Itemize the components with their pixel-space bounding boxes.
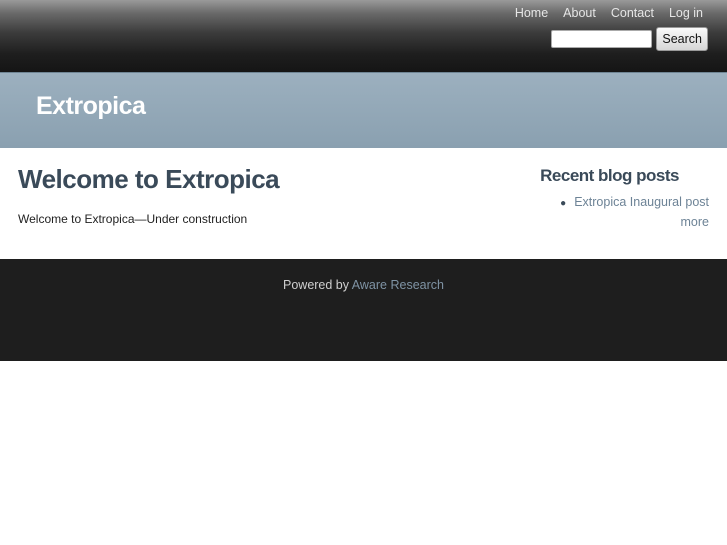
footer-prefix: Powered by <box>283 278 352 292</box>
top-nav: Home About Contact Log in <box>500 5 703 21</box>
site-banner: Extropica <box>0 72 727 148</box>
list-item: ● Extropica Inaugural post <box>509 195 709 209</box>
page-title: Welcome to Extropica <box>18 164 280 194</box>
recent-posts-list: ● Extropica Inaugural post <box>509 195 709 209</box>
nav-home-link[interactable]: Home <box>515 5 548 21</box>
nav-about-link[interactable]: About <box>563 5 596 21</box>
footer-credit: Powered by Aware Research <box>0 259 727 292</box>
main-content: Welcome to Extropica Welcome to Extropic… <box>0 148 727 259</box>
search-form: Search <box>551 27 708 51</box>
recent-posts-heading: Recent blog posts <box>540 166 679 185</box>
nav-contact-link[interactable]: Contact <box>611 5 654 21</box>
top-bar: Home About Contact Log in Search <box>0 0 727 72</box>
search-input[interactable] <box>551 30 653 48</box>
recent-posts-block: Recent blog posts ● Extropica Inaugural p… <box>509 166 709 229</box>
nav-login-link[interactable]: Log in <box>669 5 703 21</box>
site-name[interactable]: Extropica <box>0 73 727 121</box>
page-body-text: Welcome to Extropica—Under construction <box>18 212 248 226</box>
recent-post-link[interactable]: Extropica Inaugural post <box>574 195 709 209</box>
bullet-icon: ● <box>560 198 567 209</box>
search-button[interactable]: Search <box>656 27 708 51</box>
footer-credit-link[interactable]: Aware Research <box>352 278 444 292</box>
more-link[interactable]: more <box>509 215 709 229</box>
footer: Powered by Aware Research <box>0 259 727 361</box>
